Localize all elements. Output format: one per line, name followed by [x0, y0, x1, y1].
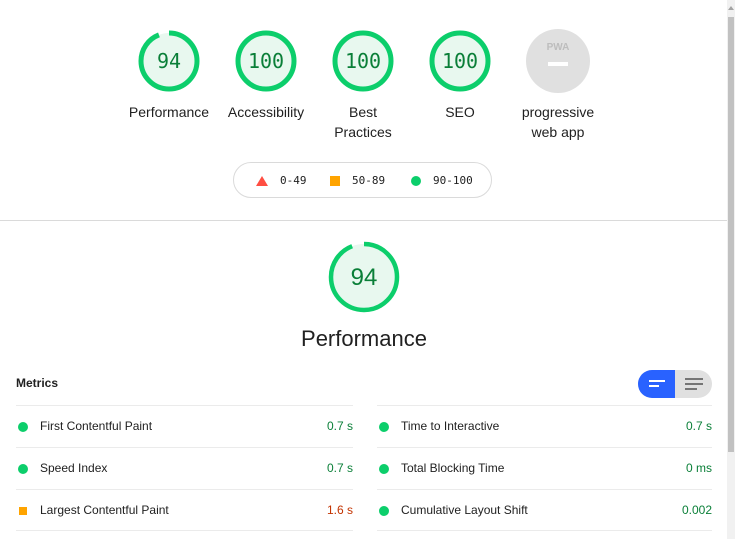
- metric-row[interactable]: Total Blocking Time 0 ms: [377, 447, 712, 489]
- legend-fail-range: 0-49: [280, 174, 307, 187]
- compact-view-button[interactable]: [638, 370, 675, 398]
- gauge-ring: 100: [332, 30, 394, 92]
- pwa-badge-text: PWA: [547, 42, 570, 53]
- legend-pass-range: 90-100: [433, 174, 473, 187]
- performance-gauge-large: 94 Performance: [290, 240, 438, 352]
- gauge-label: Performance: [128, 104, 210, 120]
- metric-name: Speed Index: [40, 461, 108, 475]
- metric-name: First Contentful Paint: [40, 419, 153, 433]
- pass-indicator-icon: [379, 506, 389, 516]
- metric-row[interactable]: First Contentful Paint 0.7 s: [16, 405, 353, 447]
- gauge-label: SEO: [445, 104, 475, 120]
- metric-value: 1.6 s: [326, 503, 353, 517]
- pass-indicator-icon: [379, 464, 389, 474]
- legend-pass: 90-100: [411, 174, 473, 187]
- legend-average: 50-89: [330, 174, 385, 187]
- triangle-icon: [256, 175, 268, 186]
- metric-value: 0.002: [681, 503, 712, 517]
- score-legend: 0-49 50-89 90-100: [233, 162, 492, 198]
- gauge-ring: 94: [138, 30, 200, 92]
- metrics-heading: Metrics: [16, 376, 59, 390]
- gauge-score: 100: [345, 49, 381, 73]
- expanded-view-button[interactable]: [675, 370, 712, 398]
- gauge-seo[interactable]: 100 SEO: [405, 28, 515, 122]
- metrics-left-column: First Contentful Paint 0.7 s Speed Index…: [16, 405, 353, 531]
- metric-name: Total Blocking Time: [401, 461, 505, 475]
- metrics-view-toggle[interactable]: [638, 370, 712, 398]
- gauge-score: 94: [157, 49, 181, 73]
- legend-average-range: 50-89: [352, 174, 386, 187]
- metric-value: 0 ms: [685, 461, 712, 475]
- compact-list-icon: [648, 380, 665, 387]
- pass-indicator-icon: [379, 422, 389, 432]
- gauge-ring: 100: [235, 30, 297, 92]
- metric-row[interactable]: Largest Contentful Paint 1.6 s: [16, 489, 353, 531]
- vertical-scrollbar[interactable]: [727, 0, 735, 539]
- circle-icon: [411, 175, 421, 186]
- metric-row[interactable]: Speed Index 0.7 s: [16, 447, 353, 489]
- gauge-ring: 94: [328, 241, 400, 313]
- gauge-best-practices[interactable]: 100 Best Practices: [308, 28, 418, 142]
- metric-row[interactable]: Time to Interactive 0.7 s: [377, 405, 712, 447]
- gauge-score: 94: [351, 264, 378, 291]
- gauge-label: Accessibility: [227, 104, 305, 120]
- section-title: Performance: [301, 326, 427, 351]
- gauge-accessibility[interactable]: 100 Accessibility: [211, 28, 321, 122]
- metric-value: 0.7 s: [326, 419, 353, 433]
- metric-name: Cumulative Layout Shift: [401, 503, 528, 517]
- pass-indicator-icon: [18, 422, 28, 432]
- pwa-badge-icon: PWA: [526, 29, 590, 93]
- metric-name: Largest Contentful Paint: [40, 503, 169, 517]
- expanded-list-icon: [684, 378, 703, 390]
- gauge-pwa[interactable]: PWA progressive web app: [503, 28, 613, 142]
- gauge-performance[interactable]: 94 Performance: [114, 28, 224, 122]
- report-page: 94 Performance 100 Accessibility 100 Bes…: [0, 0, 727, 539]
- section-divider: [0, 220, 727, 221]
- gauge-score: 100: [442, 49, 478, 73]
- scrollbar-thumb[interactable]: [728, 17, 734, 452]
- average-indicator-icon: [19, 507, 27, 515]
- gauge-label: progressive web app: [521, 104, 595, 140]
- metric-value: 0.7 s: [326, 461, 353, 475]
- legend-fail: 0-49: [256, 174, 307, 187]
- metric-row[interactable]: Cumulative Layout Shift 0.002: [377, 489, 712, 531]
- pass-indicator-icon: [18, 464, 28, 474]
- metric-value: 0.7 s: [685, 419, 712, 433]
- pwa-dash: [548, 62, 568, 66]
- gauge-score: 100: [248, 49, 284, 73]
- metric-name: Time to Interactive: [401, 419, 500, 433]
- gauge-ring: 100: [429, 30, 491, 92]
- gauge-label: Best Practices: [334, 104, 392, 140]
- scroll-up-arrow-icon[interactable]: [728, 6, 734, 10]
- square-icon: [330, 175, 340, 186]
- metrics-right-column: Time to Interactive 0.7 s Total Blocking…: [377, 405, 712, 531]
